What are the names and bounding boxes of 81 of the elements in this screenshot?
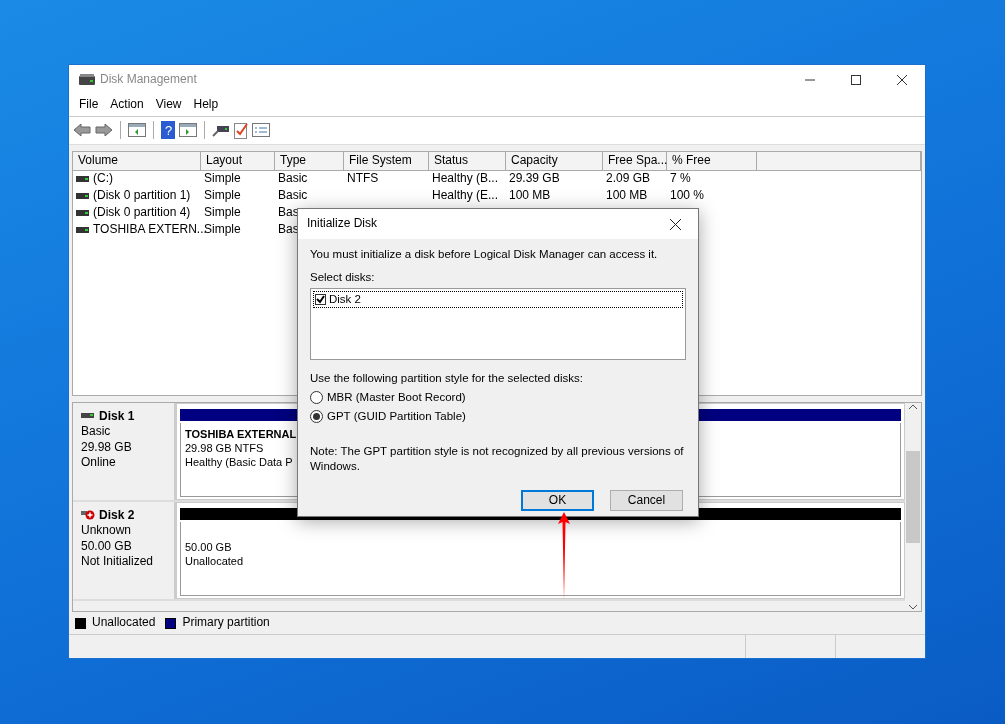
properties-icon[interactable]: [252, 123, 270, 138]
help-icon[interactable]: ?: [161, 121, 175, 140]
close-icon: [897, 75, 907, 85]
table-cell: 100 MB: [606, 187, 648, 202]
table-cell: Simple: [204, 204, 241, 219]
dialog-note: Note: The GPT partition style is not recognized by all previous versions of Windows.: [310, 443, 685, 474]
partition-size: 29.98 GB NTFS: [185, 440, 264, 456]
column-header[interactable]: Layout: [201, 151, 275, 171]
table-cell: TOSHIBA EXTERN...: [93, 222, 207, 238]
column-header[interactable]: Capacity: [506, 151, 603, 171]
menu-item[interactable]: Action: [104, 97, 150, 113]
column-header[interactable]: File System: [344, 151, 429, 171]
column-header[interactable]: Volume: [73, 151, 201, 171]
disk-status: Online: [81, 455, 117, 471]
checkbox[interactable]: [315, 293, 326, 305]
disk-type: Basic: [81, 424, 112, 440]
dialog-button[interactable]: Cancel: [610, 489, 683, 511]
forward-arrow-icon[interactable]: [95, 123, 113, 138]
disk-status: Not Initialized: [81, 554, 155, 570]
drive-icon: [76, 227, 89, 234]
disk-name: Disk 1: [99, 408, 135, 425]
window-title: Disk Management: [100, 72, 197, 88]
disk-drive-icon: [78, 73, 96, 87]
table-cell: (Disk 0 partition 4): [93, 205, 191, 221]
dialog-message: You must initialize a disk before Logical Disk Manager can access it.: [310, 247, 659, 262]
table-cell: 29.39 GB: [509, 170, 560, 185]
disk-size: 29.98 GB: [81, 439, 133, 456]
partition-style-label: Use the following partition style for the selected disks:: [310, 370, 584, 386]
radio-button[interactable]: [310, 409, 323, 423]
scrollbar[interactable]: [905, 402, 921, 611]
scroll-thumb[interactable]: [906, 450, 920, 543]
table-cell: Healthy (E...: [432, 187, 499, 202]
column-header[interactable]: % Free: [667, 151, 757, 171]
close-icon: [669, 218, 681, 230]
column-header[interactable]: Type: [275, 151, 344, 171]
drive-icon: [76, 193, 89, 200]
table-cell: Simple: [204, 170, 241, 185]
table-cell: Healthy (B...: [432, 170, 499, 185]
legend-label: Primary partition: [182, 615, 270, 631]
menu-item[interactable]: File: [73, 97, 105, 113]
disk-name: Disk 2: [99, 507, 135, 524]
disk-type: Unknown: [81, 523, 133, 539]
disk-size: 50.00 GB: [81, 538, 133, 555]
menu-item[interactable]: Help: [187, 97, 225, 113]
radio-button[interactable]: [310, 390, 323, 404]
connect-drive-icon[interactable]: [212, 123, 230, 138]
drive-icon: [76, 210, 89, 217]
table-cell: Simple: [204, 187, 241, 202]
table-cell: Basic: [278, 170, 308, 185]
dialog-button[interactable]: OK: [521, 489, 594, 511]
checklist-icon[interactable]: [234, 121, 248, 140]
maximize-icon: [851, 75, 861, 85]
table-cell: 2.09 GB: [606, 170, 651, 185]
table-cell: Simple: [204, 221, 241, 236]
disk-list-item[interactable]: Disk 2: [313, 290, 683, 308]
table-cell: Basic: [278, 187, 308, 202]
table-cell: 7 %: [670, 170, 691, 185]
table-cell: (C:): [93, 171, 113, 187]
radio-label: GPT (GUID Partition Table): [327, 408, 466, 424]
dialog-title: Initialize Disk: [307, 216, 378, 232]
table-cell: 100 %: [670, 187, 705, 202]
menu-item[interactable]: View: [149, 97, 188, 113]
partition-status: Unallocated: [185, 553, 244, 569]
panel-icon[interactable]: [128, 123, 146, 138]
partition-status: Healthy (Basic Data P: [185, 455, 293, 470]
table-cell: 100 MB: [509, 187, 551, 202]
legend-label: Unallocated: [92, 615, 156, 631]
scroll-down-icon[interactable]: [908, 603, 918, 611]
table-cell: NTFS: [347, 170, 379, 185]
partition-size: 50.00 GB: [185, 539, 232, 554]
back-arrow-icon[interactable]: [73, 123, 91, 138]
column-header[interactable]: Status: [429, 151, 506, 171]
partition-name: TOSHIBA EXTERNAL: [185, 426, 297, 441]
disk-list-label: Disk 2: [329, 291, 361, 307]
scroll-up-icon[interactable]: [908, 402, 918, 411]
panel-icon[interactable]: [179, 123, 197, 138]
column-header[interactable]: Free Spa...: [603, 151, 667, 171]
radio-label: MBR (Master Boot Record): [327, 389, 466, 405]
drive-icon: [76, 176, 89, 183]
table-cell: (Disk 0 partition 1): [93, 188, 191, 204]
select-disks-label: Select disks:: [310, 269, 376, 285]
